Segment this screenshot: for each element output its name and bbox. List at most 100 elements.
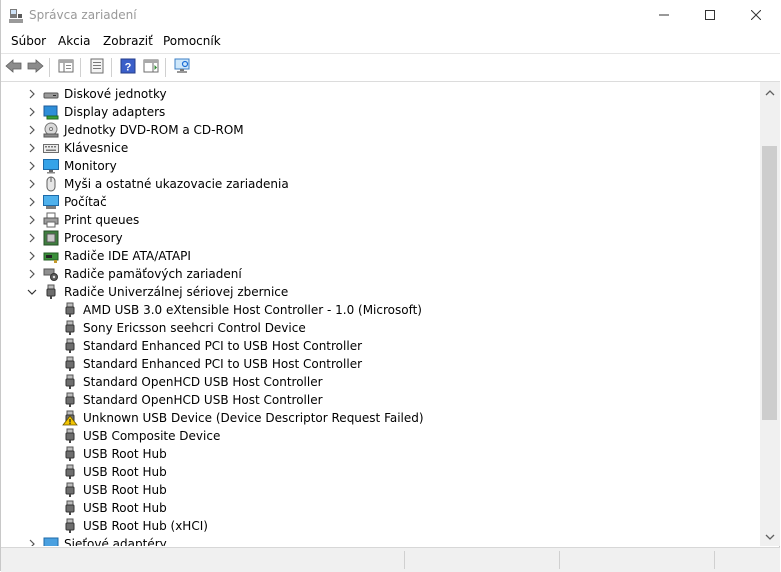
chevron-right-icon[interactable] — [26, 124, 38, 136]
chevron-down-icon[interactable] — [26, 286, 38, 298]
tree-device-item[interactable]: USB Root Hub — [1, 445, 760, 463]
back-button[interactable] — [4, 57, 24, 77]
tree-category-storage-controllers[interactable]: Radiče pamäťových zariadení — [1, 265, 760, 283]
tree-category-mice[interactable]: Myši a ostatné ukazovacie zariadenia — [1, 175, 760, 193]
menu-bar: Súbor Akcia Zobraziť Pomocník — [1, 31, 780, 54]
action-pane-button[interactable] — [141, 57, 161, 77]
chevron-right-icon[interactable] — [26, 232, 38, 244]
title-bar[interactable]: Správca zariadení — [1, 0, 780, 31]
tree-category-label: Radiče IDE ATA/ATAPI — [64, 249, 191, 263]
vertical-scrollbar[interactable] — [760, 82, 780, 546]
chevron-right-icon[interactable] — [26, 538, 38, 546]
tree-device-item[interactable]: USB Root Hub — [1, 481, 760, 499]
tree-device-label: USB Composite Device — [83, 429, 221, 443]
tree-device-item[interactable]: Standard OpenHCD USB Host Controller — [1, 373, 760, 391]
tree-category-label: Radiče pamäťových zariadení — [64, 267, 242, 281]
tree-device-label: USB Root Hub (xHCI) — [83, 519, 208, 533]
dvd-drive-icon — [43, 122, 59, 138]
tree-category-label: Jednotky DVD-ROM a CD-ROM — [64, 123, 244, 137]
tree-category-label: Display adapters — [64, 105, 166, 119]
tree-category-processors[interactable]: Procesory — [1, 229, 760, 247]
chevron-down-icon — [765, 530, 775, 544]
scan-hardware-button[interactable] — [172, 57, 192, 77]
menu-help[interactable]: Pomocník — [162, 34, 222, 48]
scroll-up-button[interactable] — [760, 84, 780, 101]
tree-device-item[interactable]: USB Root Hub — [1, 463, 760, 481]
status-panel — [404, 551, 560, 569]
tree-category-label: Print queues — [64, 213, 140, 227]
tree-device-item[interactable]: Sony Ericsson seehcri Control Device — [1, 319, 760, 337]
tree-device-item-warning[interactable]: Unknown USB Device (Device Descriptor Re… — [1, 409, 760, 427]
tree-category-label: Počítač — [64, 195, 107, 209]
tree-category-label: Diskové jednotky — [64, 87, 167, 101]
tree-device-label: USB Root Hub — [83, 483, 167, 497]
usb-plug-icon — [62, 374, 78, 390]
display-adapter-icon — [43, 104, 59, 120]
tree-category-label: Myši a ostatné ukazovacie zariadenia — [64, 177, 289, 191]
maximize-button[interactable] — [687, 0, 733, 31]
usb-plug-icon — [62, 518, 78, 534]
tree-category-display-adapters[interactable]: Display adapters — [1, 103, 760, 121]
tree-category-label: Sieťové adaptéry — [64, 537, 167, 546]
tree-category-label: Monitory — [64, 159, 117, 173]
forward-arrow-icon — [26, 58, 44, 77]
tree-device-item[interactable]: Standard Enhanced PCI to USB Host Contro… — [1, 355, 760, 373]
tree-category-keyboards[interactable]: Klávesnice — [1, 139, 760, 157]
tree-device-label: USB Root Hub — [83, 501, 167, 515]
usb-plug-icon — [62, 302, 78, 318]
menu-file[interactable]: Súbor — [10, 34, 47, 48]
tree-device-item[interactable]: USB Root Hub — [1, 499, 760, 517]
status-bar — [1, 547, 780, 572]
chevron-right-icon[interactable] — [26, 214, 38, 226]
tree-category-computer[interactable]: Počítač — [1, 193, 760, 211]
toolbar-separator — [49, 58, 50, 77]
device-tree[interactable]: Diskové jednotky Display adapters Jednot… — [1, 82, 760, 546]
monitor-icon — [43, 158, 59, 174]
close-button[interactable] — [733, 0, 779, 31]
tree-category-dvd-drives[interactable]: Jednotky DVD-ROM a CD-ROM — [1, 121, 760, 139]
tree-device-item[interactable]: AMD USB 3.0 eXtensible Host Controller -… — [1, 301, 760, 319]
usb-plug-icon — [62, 392, 78, 408]
chevron-right-icon[interactable] — [26, 196, 38, 208]
console-tree-button[interactable] — [56, 57, 76, 77]
scrollbar-thumb[interactable] — [762, 146, 777, 420]
window-title: Správca zariadení — [29, 8, 137, 22]
scroll-down-button[interactable] — [760, 528, 780, 545]
chevron-right-icon[interactable] — [26, 178, 38, 190]
chevron-right-icon[interactable] — [26, 106, 38, 118]
computer-icon — [43, 194, 59, 210]
forward-button[interactable] — [25, 57, 45, 77]
chevron-right-icon[interactable] — [26, 268, 38, 280]
chevron-right-icon[interactable] — [26, 88, 38, 100]
tree-category-disk-drives[interactable]: Diskové jednotky — [1, 85, 760, 103]
maximize-icon — [705, 9, 715, 23]
help-button[interactable]: ? — [118, 57, 138, 77]
storage-controller-icon — [43, 266, 59, 282]
minimize-icon — [659, 9, 669, 23]
usb-plug-icon — [62, 482, 78, 498]
ide-controller-icon — [43, 248, 59, 264]
tree-device-item[interactable]: Standard Enhanced PCI to USB Host Contro… — [1, 337, 760, 355]
menu-action[interactable]: Akcia — [57, 34, 91, 48]
minimize-button[interactable] — [641, 0, 687, 31]
action-pane-icon — [143, 58, 159, 77]
tree-category-usb-controllers[interactable]: Radiče Univerzálnej sériovej zbernice — [1, 283, 760, 301]
chevron-right-icon[interactable] — [26, 160, 38, 172]
tree-category-print-queues[interactable]: Print queues — [1, 211, 760, 229]
tree-category-network-adapters[interactable]: Sieťové adaptéry — [1, 535, 760, 546]
tree-category-monitors[interactable]: Monitory — [1, 157, 760, 175]
usb-plug-icon — [62, 446, 78, 462]
tree-device-item[interactable]: USB Root Hub (xHCI) — [1, 517, 760, 535]
menu-view[interactable]: Zobraziť — [102, 34, 154, 48]
tree-device-item[interactable]: Standard OpenHCD USB Host Controller — [1, 391, 760, 409]
tree-device-label: Standard Enhanced PCI to USB Host Contro… — [83, 339, 363, 353]
tree-category-ide-controllers[interactable]: Radiče IDE ATA/ATAPI — [1, 247, 760, 265]
usb-plug-icon — [62, 464, 78, 480]
show-hide-console-tree-icon — [58, 58, 74, 77]
back-arrow-icon — [5, 58, 23, 77]
chevron-right-icon[interactable] — [26, 250, 38, 262]
properties-button[interactable] — [87, 57, 107, 77]
tree-category-label: Klávesnice — [64, 141, 129, 155]
chevron-right-icon[interactable] — [26, 142, 38, 154]
tree-device-item[interactable]: USB Composite Device — [1, 427, 760, 445]
